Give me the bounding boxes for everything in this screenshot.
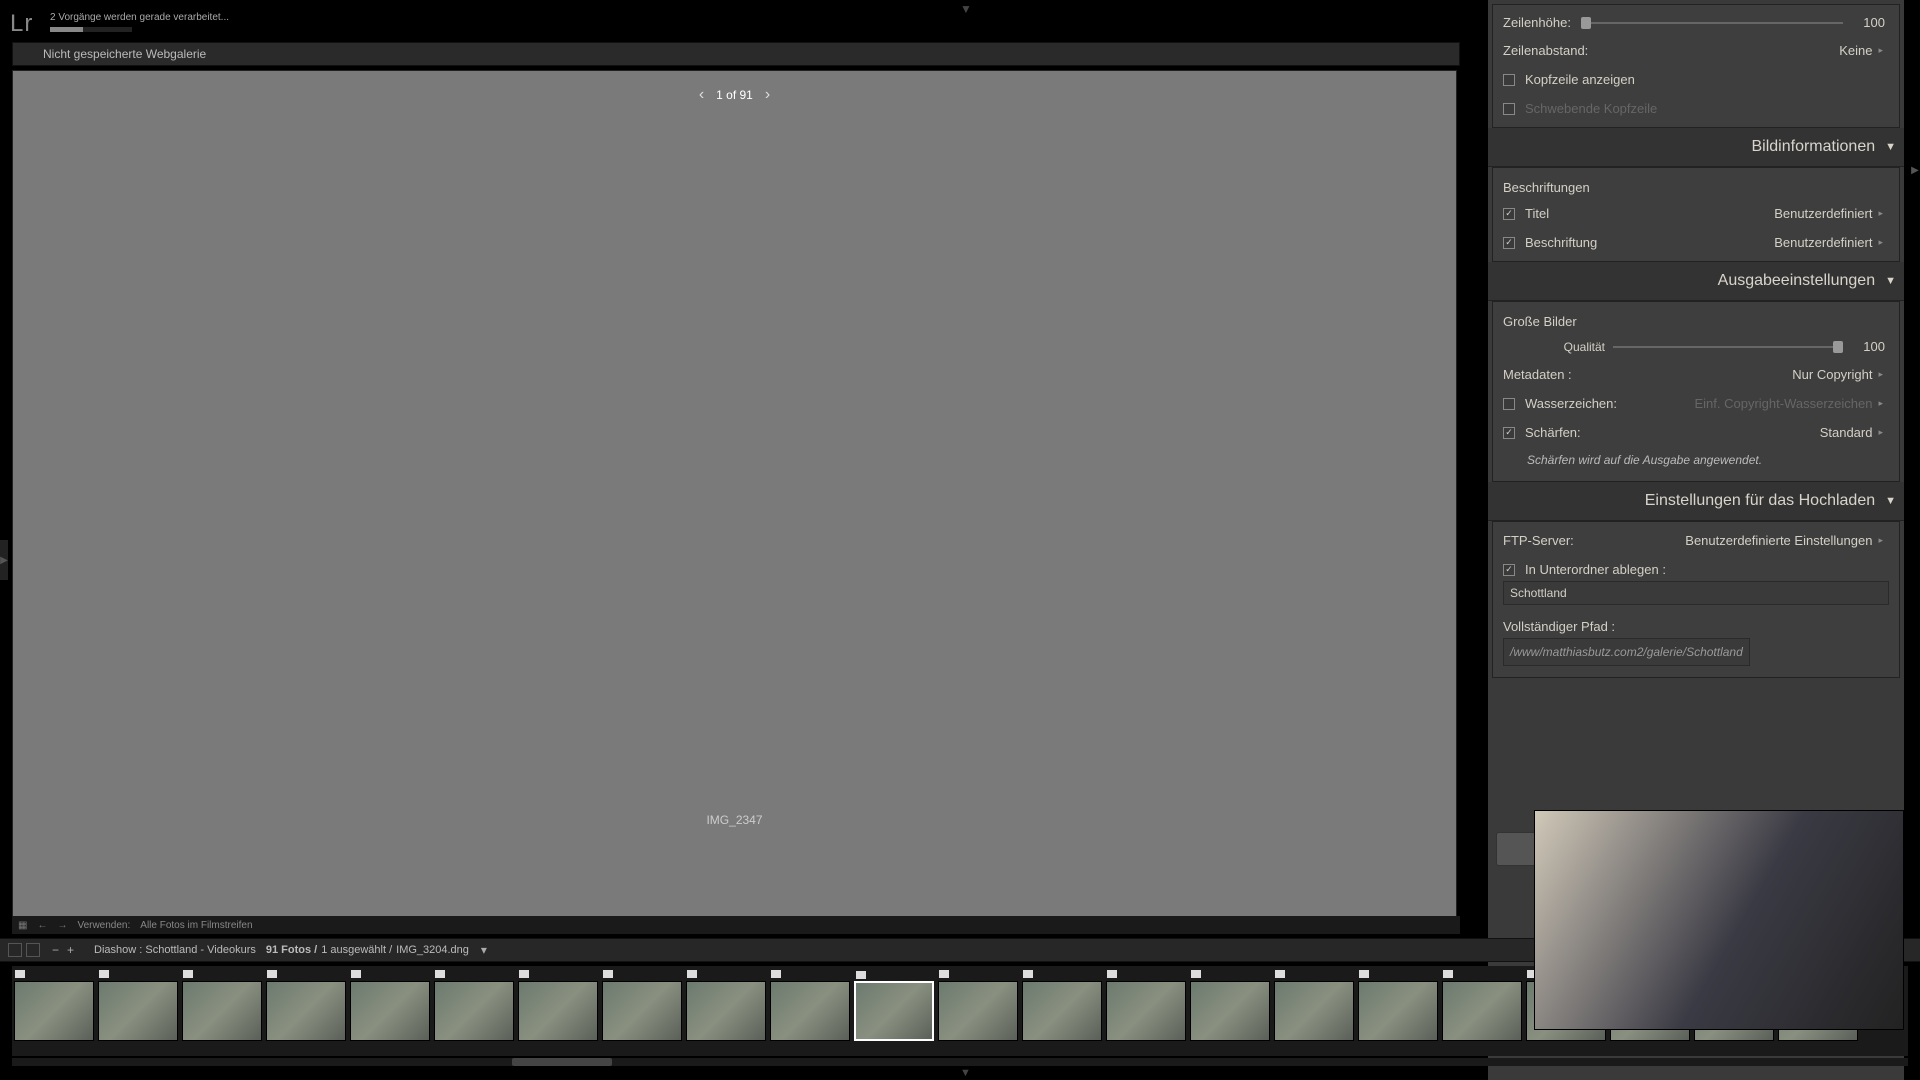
thumbnail[interactable] bbox=[518, 981, 598, 1041]
thumbnail[interactable] bbox=[266, 981, 346, 1041]
thumbnail[interactable] bbox=[350, 981, 430, 1041]
thumbnail[interactable] bbox=[602, 981, 682, 1041]
view-icon[interactable]: ▦ bbox=[18, 920, 27, 931]
show-header-label: Kopfzeile anzeigen bbox=[1525, 72, 1635, 87]
sharpen-checkbox[interactable] bbox=[1503, 427, 1515, 439]
floating-header-checkbox bbox=[1503, 103, 1515, 115]
metadata-value[interactable]: Nur Copyright▸ bbox=[1792, 367, 1883, 382]
sharpen-note: Schärfen wird auf die Ausgabe angewendet… bbox=[1503, 447, 1889, 477]
filter-source[interactable]: Alle Fotos im Filmstreifen bbox=[140, 920, 252, 931]
watermark-label: Wasserzeichen: bbox=[1525, 396, 1617, 411]
filter-bar: ▦ ← → Verwenden: Alle Fotos im Filmstrei… bbox=[12, 916, 1460, 934]
quality-label: Qualität bbox=[1503, 340, 1613, 354]
zoom-out-icon[interactable]: − bbox=[52, 943, 59, 957]
current-file: IMG_3204.dng bbox=[396, 944, 469, 956]
chevron-down-icon: ▼ bbox=[1885, 141, 1896, 153]
fullpath-value: /www/matthiasbutz.com2/galerie/Schottlan… bbox=[1503, 638, 1750, 666]
watermark-value: Einf. Copyright-Wasserzeichen▸ bbox=[1694, 396, 1883, 411]
thumbnail[interactable] bbox=[770, 981, 850, 1041]
dropdown-icon[interactable]: ▾ bbox=[481, 943, 487, 957]
upload-settings-header[interactable]: Einstellungen für das Hochladen▼ bbox=[1488, 482, 1904, 521]
back-icon[interactable]: ← bbox=[37, 920, 47, 931]
captions-subheader: Beschriftungen bbox=[1503, 172, 1889, 199]
image-caption: IMG_2347 bbox=[706, 813, 762, 827]
thumbnail[interactable] bbox=[434, 981, 514, 1041]
subfolder-label: In Unterordner ablegen : bbox=[1525, 562, 1666, 577]
web-preview: ‹ 1 of 91 › IMG_2347 bbox=[12, 70, 1457, 920]
top-panel-toggle[interactable]: ▼ bbox=[960, 2, 972, 16]
ftp-label: FTP-Server: bbox=[1503, 533, 1574, 548]
thumbnail[interactable] bbox=[1274, 981, 1354, 1041]
row-height-slider[interactable] bbox=[1581, 22, 1843, 24]
watermark-checkbox[interactable] bbox=[1503, 398, 1515, 410]
page-counter: 1 of 91 bbox=[716, 88, 753, 102]
right-panel-collapse[interactable]: ▶ bbox=[1910, 150, 1920, 190]
title-label: Titel bbox=[1525, 206, 1549, 221]
thumbnail[interactable] bbox=[14, 981, 94, 1041]
caption-value[interactable]: Benutzerdefiniert▸ bbox=[1774, 235, 1883, 250]
grid-toggle-2[interactable] bbox=[26, 943, 40, 957]
thumbnail[interactable] bbox=[1190, 981, 1270, 1041]
app-logo: Lr bbox=[10, 10, 33, 38]
webcam-overlay bbox=[1534, 810, 1904, 1030]
thumbnail[interactable] bbox=[1022, 981, 1102, 1041]
thumbnail[interactable] bbox=[98, 981, 178, 1041]
title-checkbox[interactable] bbox=[1503, 208, 1515, 220]
processing-status: 2 Vorgänge werden gerade verarbeitet... bbox=[50, 12, 229, 23]
grid-toggle-1[interactable] bbox=[8, 943, 22, 957]
left-panel-expand[interactable]: ▶ bbox=[0, 540, 8, 580]
use-label: Verwenden: bbox=[77, 920, 130, 931]
image-info-header[interactable]: Bildinformationen▼ bbox=[1488, 128, 1904, 167]
thumbnail[interactable] bbox=[1106, 981, 1186, 1041]
thumbnail[interactable] bbox=[686, 981, 766, 1041]
sharpen-label: Schärfen: bbox=[1525, 425, 1581, 440]
row-height-value: 100 bbox=[1853, 15, 1889, 30]
subfolder-input[interactable] bbox=[1503, 581, 1889, 605]
bottom-panel-toggle[interactable]: ▼ bbox=[960, 1067, 971, 1079]
metadata-label: Metadaten : bbox=[1503, 367, 1572, 382]
caption-label: Beschriftung bbox=[1525, 235, 1597, 250]
row-height-label: Zeilenhöhe: bbox=[1503, 15, 1571, 30]
caption-checkbox[interactable] bbox=[1503, 237, 1515, 249]
sharpen-value[interactable]: Standard▸ bbox=[1820, 425, 1883, 440]
forward-icon[interactable]: → bbox=[57, 920, 67, 931]
ftp-value[interactable]: Benutzerdefinierte Einstellungen▸ bbox=[1685, 533, 1883, 548]
show-header-checkbox[interactable] bbox=[1503, 74, 1515, 86]
subfolder-checkbox[interactable] bbox=[1503, 564, 1515, 576]
thumbnail[interactable] bbox=[182, 981, 262, 1041]
selected-count: 1 ausgewählt / bbox=[321, 944, 392, 956]
large-images-subheader: Große Bilder bbox=[1503, 306, 1889, 333]
quality-value: 100 bbox=[1853, 339, 1889, 354]
breadcrumb[interactable]: Diashow : Schottland - Videokurs bbox=[94, 944, 256, 956]
thumbnail-selected[interactable] bbox=[854, 981, 934, 1041]
next-arrow-icon[interactable]: › bbox=[765, 86, 770, 104]
thumbnail[interactable] bbox=[938, 981, 1018, 1041]
title-value[interactable]: Benutzerdefiniert▸ bbox=[1774, 206, 1883, 221]
filmstrip-scrollbar[interactable] bbox=[12, 1058, 1908, 1066]
output-settings-header[interactable]: Ausgabeeinstellungen▼ bbox=[1488, 262, 1904, 301]
progress-bar bbox=[50, 27, 132, 32]
photo-count: 91 Fotos / bbox=[266, 944, 317, 956]
row-spacing-label: Zeilenabstand: bbox=[1503, 43, 1588, 58]
thumbnail[interactable] bbox=[1442, 981, 1522, 1041]
row-spacing-value[interactable]: Keine▸ bbox=[1839, 43, 1883, 58]
fullpath-label: Vollständiger Pfad : bbox=[1503, 619, 1615, 634]
floating-header-label: Schwebende Kopfzeile bbox=[1525, 101, 1657, 116]
prev-arrow-icon[interactable]: ‹ bbox=[699, 86, 704, 104]
gallery-title-bar: Nicht gespeicherte Webgalerie bbox=[12, 42, 1460, 66]
chevron-down-icon: ▼ bbox=[1885, 275, 1896, 287]
quality-slider[interactable] bbox=[1613, 346, 1843, 348]
chevron-down-icon: ▼ bbox=[1885, 495, 1896, 507]
zoom-in-icon[interactable]: + bbox=[67, 943, 74, 957]
thumbnail[interactable] bbox=[1358, 981, 1438, 1041]
